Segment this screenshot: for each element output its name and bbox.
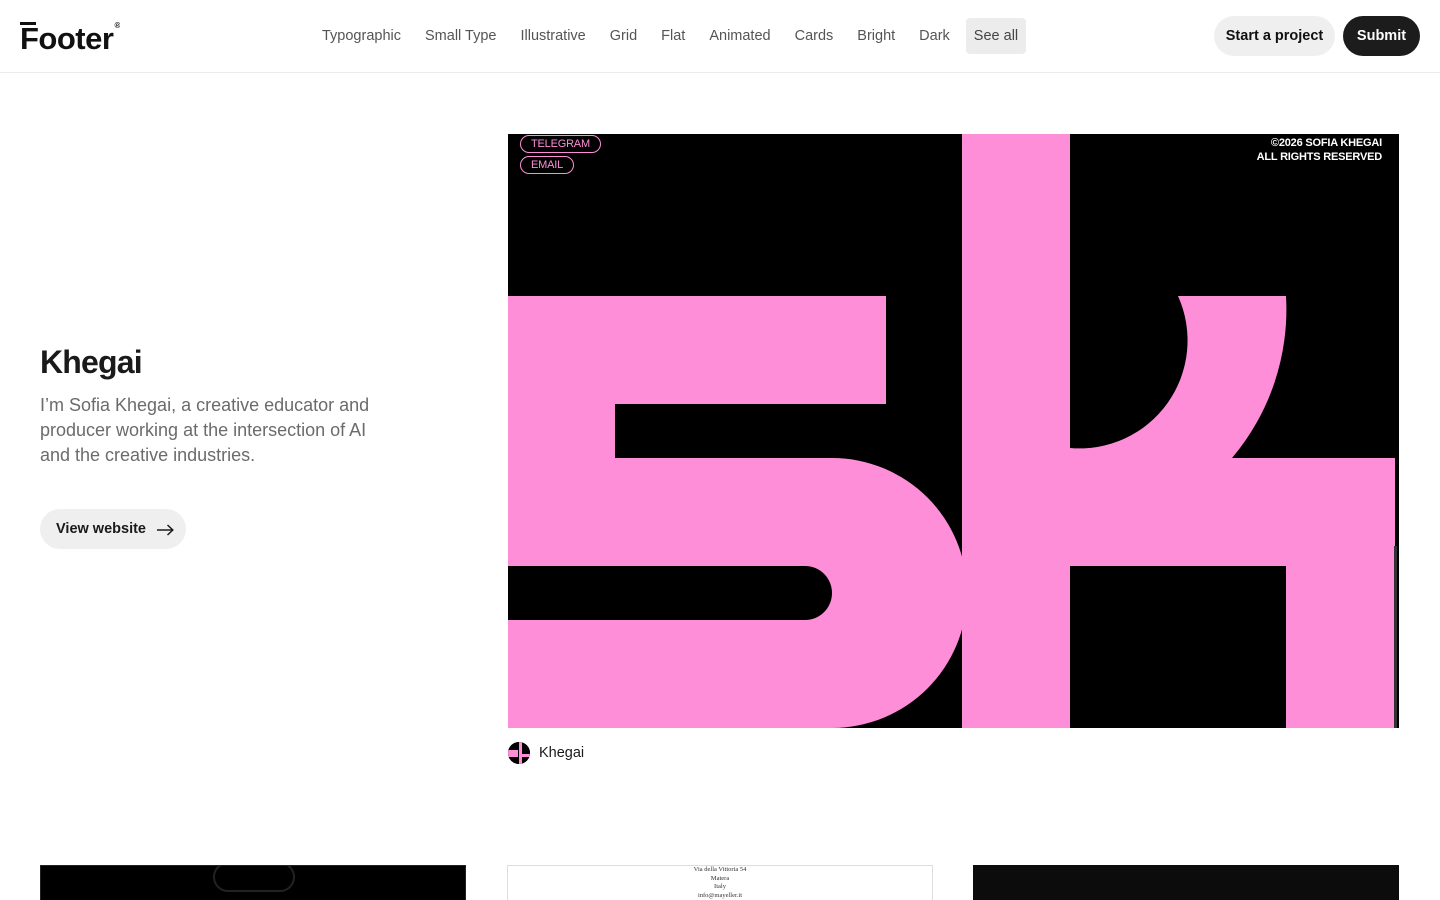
nav-item-dark[interactable]: Dark xyxy=(911,18,958,54)
gallery-card[interactable] xyxy=(40,865,466,900)
start-project-button[interactable]: Start a project xyxy=(1214,16,1335,56)
logo-text: Footer xyxy=(20,21,114,52)
address-line: Via della Vittoria 54 xyxy=(693,866,747,873)
address-line: info@mayeller.it xyxy=(697,891,743,899)
author-link[interactable]: Khegai xyxy=(508,742,584,764)
nav-item-grid[interactable]: Grid xyxy=(602,18,645,54)
k-letter-stem xyxy=(962,134,1070,728)
view-website-label: View website xyxy=(56,521,146,537)
nav-item-flat[interactable]: Flat xyxy=(653,18,693,54)
site-header: Footer ® Typographic Small Type Illustra… xyxy=(0,0,1440,73)
logo-registered-mark: ® xyxy=(114,21,121,30)
category-nav: Typographic Small Type Illustrative Grid… xyxy=(314,18,1027,54)
nav-item-illustrative[interactable]: Illustrative xyxy=(512,18,593,54)
arrow-right-icon xyxy=(156,523,174,536)
nav-item-animated[interactable]: Animated xyxy=(701,18,778,54)
copyright-line-1: ©2026 SOFIA KHEGAI xyxy=(1270,137,1382,149)
gallery-card[interactable]: Via della Vittoria 54 Matera Italy info@… xyxy=(507,865,933,900)
k-letter-arm xyxy=(1070,296,1395,728)
avatar xyxy=(508,742,530,764)
thumb-address: Via della Vittoria 54 Matera Italy info@… xyxy=(508,866,932,900)
email-link[interactable]: EMAIL xyxy=(520,156,575,174)
s-letter-shape xyxy=(508,296,967,728)
address-line: Matera xyxy=(710,874,730,882)
view-website-button[interactable]: View website xyxy=(40,509,186,549)
address-line: Italy xyxy=(714,883,726,890)
nav-item-typographic[interactable]: Typographic xyxy=(314,18,409,54)
nav-item-bright[interactable]: Bright xyxy=(849,18,903,54)
copyright-line-2: ALL RIGHTS RESERVED xyxy=(1256,151,1383,163)
feature-description: I’m Sofia Khegai, a creative educator an… xyxy=(40,395,370,465)
author-name: Khegai xyxy=(539,745,585,761)
footer-logo[interactable]: Footer ® xyxy=(20,20,120,52)
nav-item-small-type[interactable]: Small Type xyxy=(417,18,504,54)
nav-item-cards[interactable]: Cards xyxy=(787,18,842,54)
feature-title: Khegai xyxy=(40,344,143,380)
telegram-link[interactable]: TELEGRAM xyxy=(520,135,601,153)
submit-button[interactable]: Submit xyxy=(1343,16,1420,56)
logo-bar xyxy=(20,22,36,25)
preview-copyright: ©2026 SOFIA KHEGAI ALL RIGHTS RESERVED xyxy=(1256,136,1383,164)
website-preview[interactable]: TELEGRAM EMAIL ©2026 SOFIA KHEGAI ALL RI… xyxy=(508,134,1399,728)
nav-item-see-all[interactable]: See all xyxy=(965,18,1027,54)
gallery-card[interactable] xyxy=(973,865,1399,900)
thumb-shape xyxy=(213,866,295,892)
sk-artwork xyxy=(508,134,1397,728)
